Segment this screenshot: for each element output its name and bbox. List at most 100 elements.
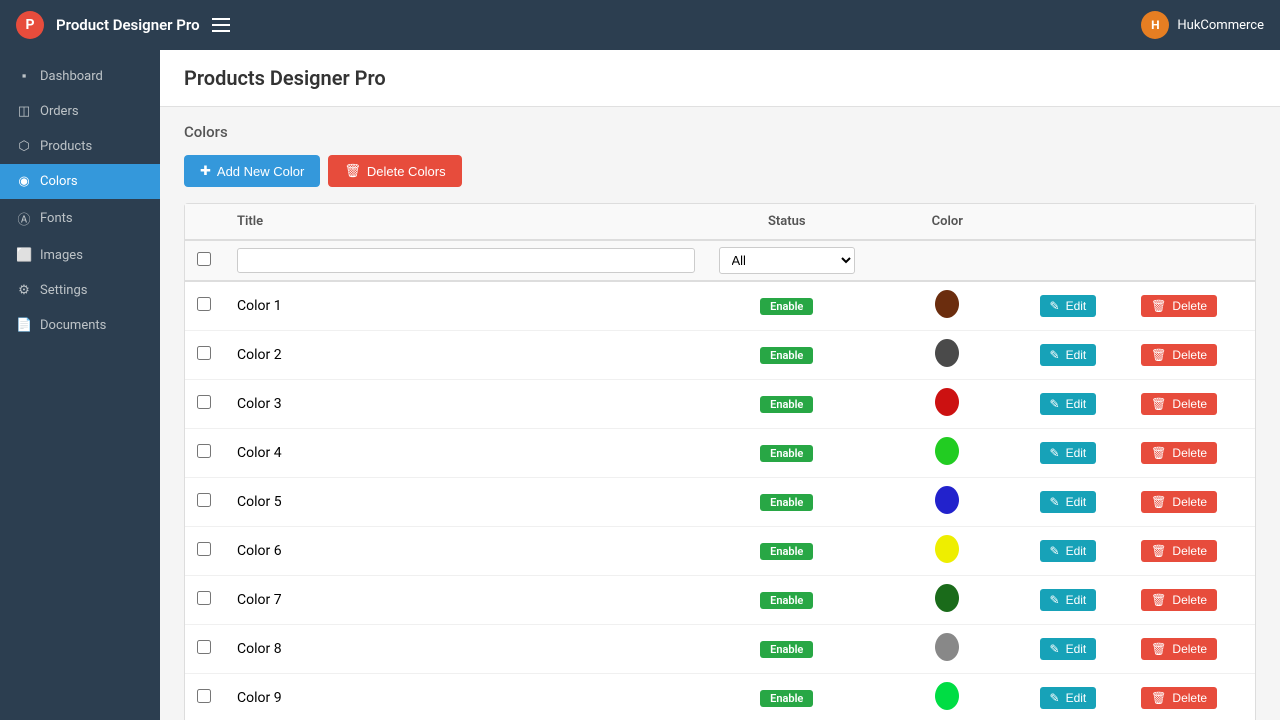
sidebar-item-dashboard[interactable]: ▪ Dashboard [0, 58, 160, 94]
row-checkbox[interactable] [197, 689, 211, 703]
row-checkbox-cell [185, 576, 225, 625]
delete-row-button[interactable]: 🗑 Delete [1141, 393, 1217, 415]
sidebar-item-settings[interactable]: ⚙ Settings [0, 273, 160, 308]
row-color [867, 380, 1028, 429]
sidebar-label-images: Images [40, 248, 83, 263]
row-title: Color 2 [225, 331, 707, 380]
delete-row-button[interactable]: 🗑 Delete [1141, 540, 1217, 562]
main-content: Products Designer Pro Colors ✚ Add New C… [160, 50, 1280, 720]
edit-button[interactable]: ✎ Edit [1040, 638, 1097, 660]
trash-row-icon: 🗑 [1151, 299, 1166, 313]
row-title: Color 1 [225, 281, 707, 331]
delete-button-label: Delete Colors [367, 164, 446, 179]
row-checkbox[interactable] [197, 542, 211, 556]
row-color [867, 576, 1028, 625]
edit-button[interactable]: ✎ Edit [1040, 687, 1097, 709]
trash-icon: 🗑 [344, 163, 361, 179]
delete-row-button[interactable]: 🗑 Delete [1141, 638, 1217, 660]
sidebar: ▪ Dashboard ◫ Orders ⬡ Products ◉ Colors… [0, 50, 160, 720]
sidebar-item-documents[interactable]: 📄 Documents [0, 308, 160, 343]
color-leaf-svg [933, 582, 961, 614]
row-edit-cell: ✎ Edit [1028, 331, 1130, 380]
th-title: Title [225, 204, 707, 240]
edit-button[interactable]: ✎ Edit [1040, 393, 1097, 415]
images-icon: ⬜ [16, 248, 32, 263]
color-leaf-svg [933, 337, 961, 369]
title-filter-input[interactable] [237, 248, 695, 273]
trash-row-icon: 🗑 [1151, 446, 1166, 460]
row-checkbox[interactable] [197, 395, 211, 409]
color-leaf-svg [933, 386, 961, 418]
delete-colors-button[interactable]: 🗑 Delete Colors [328, 155, 461, 187]
trash-row-icon: 🗑 [1151, 593, 1166, 607]
dashboard-icon: ▪ [16, 68, 32, 84]
delete-row-button[interactable]: 🗑 Delete [1141, 442, 1217, 464]
pencil-icon: ✎ [1050, 691, 1060, 705]
row-edit-cell: ✎ Edit [1028, 674, 1130, 720]
table-row: Color 7Enable✎ Edit🗑 Delete [185, 576, 1255, 625]
table-row: Color 3Enable✎ Edit🗑 Delete [185, 380, 1255, 429]
pencil-icon: ✎ [1050, 642, 1060, 656]
sidebar-item-colors[interactable]: ◉ Colors [0, 164, 160, 199]
row-edit-cell: ✎ Edit [1028, 478, 1130, 527]
delete-row-button[interactable]: 🗑 Delete [1141, 295, 1217, 317]
delete-row-button[interactable]: 🗑 Delete [1141, 344, 1217, 366]
row-title: Color 9 [225, 674, 707, 720]
row-delete-cell: 🗑 Delete [1129, 527, 1255, 576]
documents-icon: 📄 [16, 318, 32, 333]
delete-row-button[interactable]: 🗑 Delete [1141, 687, 1217, 709]
edit-button[interactable]: ✎ Edit [1040, 540, 1097, 562]
row-delete-cell: 🗑 Delete [1129, 674, 1255, 720]
sidebar-item-products[interactable]: ⬡ Products [0, 129, 160, 164]
row-color [867, 281, 1028, 331]
app-name: Product Designer Pro [56, 16, 200, 34]
edit-button[interactable]: ✎ Edit [1040, 344, 1097, 366]
row-checkbox[interactable] [197, 493, 211, 507]
row-checkbox-cell [185, 331, 225, 380]
row-status: Enable [707, 281, 868, 331]
sidebar-item-fonts[interactable]: Ⓐ Fonts [0, 199, 160, 238]
row-checkbox[interactable] [197, 640, 211, 654]
status-badge: Enable [760, 347, 813, 364]
status-badge: Enable [760, 445, 813, 462]
status-filter-select[interactable]: All Enabled Disabled [719, 247, 856, 274]
table-row: Color 2 Enable ✎ Edit 🗑 Delete [185, 331, 1255, 380]
section-title: Colors [184, 123, 1256, 141]
colors-icon: ◉ [16, 174, 32, 189]
row-checkbox[interactable] [197, 346, 211, 360]
row-checkbox[interactable] [197, 297, 211, 311]
user-initials: H [1151, 18, 1159, 32]
row-checkbox[interactable] [197, 444, 211, 458]
row-status: Enable [707, 527, 868, 576]
edit-button[interactable]: ✎ Edit [1040, 491, 1097, 513]
hamburger-menu[interactable] [212, 18, 230, 32]
add-new-color-button[interactable]: ✚ Add New Color [184, 155, 320, 187]
delete-row-button[interactable]: 🗑 Delete [1141, 589, 1217, 611]
layout: ▪ Dashboard ◫ Orders ⬡ Products ◉ Colors… [0, 50, 1280, 720]
row-title: Color 4 [225, 429, 707, 478]
row-checkbox[interactable] [197, 591, 211, 605]
delete-row-button[interactable]: 🗑 Delete [1141, 491, 1217, 513]
sidebar-item-images[interactable]: ⬜ Images [0, 238, 160, 273]
table-row: Color 5Enable✎ Edit🗑 Delete [185, 478, 1255, 527]
navbar-right: H HukCommerce [1141, 11, 1264, 39]
row-edit-cell: ✎ Edit [1028, 281, 1130, 331]
edit-button[interactable]: ✎ Edit [1040, 442, 1097, 464]
sidebar-label-orders: Orders [40, 104, 79, 119]
edit-button[interactable]: ✎ Edit [1040, 295, 1097, 317]
filter-edit-cell [1028, 240, 1130, 281]
row-checkbox-cell [185, 674, 225, 720]
edit-button[interactable]: ✎ Edit [1040, 589, 1097, 611]
row-delete-cell: 🗑 Delete [1129, 576, 1255, 625]
table-row: Color 8Enable✎ Edit🗑 Delete [185, 625, 1255, 674]
row-title: Color 3 [225, 380, 707, 429]
user-avatar: H [1141, 11, 1169, 39]
sidebar-item-orders[interactable]: ◫ Orders [0, 94, 160, 129]
colors-table: Title Status Color [185, 204, 1255, 720]
user-name: HukCommerce [1177, 18, 1264, 33]
row-edit-cell: ✎ Edit [1028, 576, 1130, 625]
color-leaf-svg [933, 631, 961, 663]
row-color [867, 429, 1028, 478]
select-all-checkbox[interactable] [197, 252, 211, 266]
page-title: Products Designer Pro [184, 66, 1256, 90]
